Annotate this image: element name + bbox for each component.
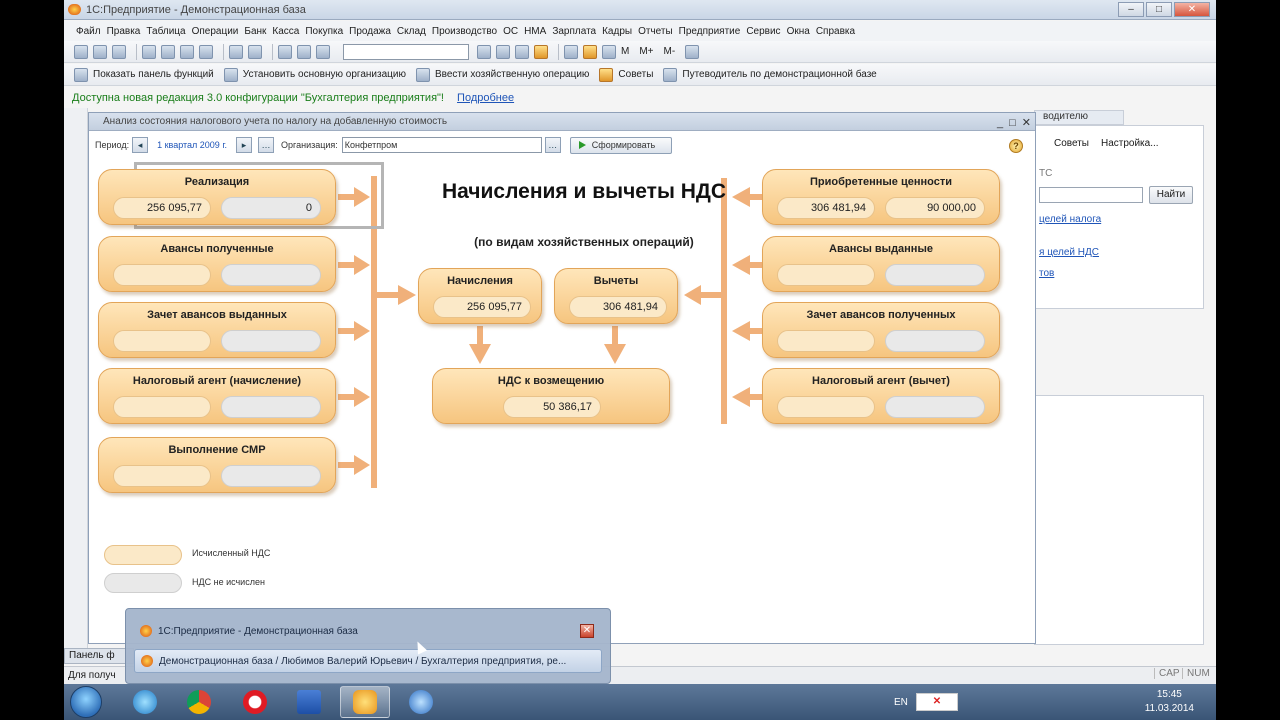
word-icon (297, 690, 321, 714)
deduction-down-arrow (604, 344, 626, 364)
chrome-icon (187, 690, 211, 714)
deductions-value[interactable]: 306 481,94 (569, 296, 667, 318)
functions-panel-tab[interactable]: Панель ф (64, 648, 134, 664)
card-construction-works[interactable]: Выполнение СМР (98, 437, 336, 493)
card-value-calculated[interactable]: 256 095,77 (113, 197, 211, 219)
status-hint: Для получ (68, 670, 116, 681)
legend-label-calculated: Исчисленный НДС (192, 548, 271, 558)
card-value-not-calculated[interactable] (885, 396, 985, 418)
clock-time: 15:45 (1156, 689, 1182, 700)
card-value-not-calculated[interactable] (221, 330, 321, 352)
taskbar-opera[interactable] (230, 686, 280, 718)
1c-icon (141, 655, 153, 667)
card-value-not-calculated[interactable]: 0 (221, 197, 321, 219)
card-offset-advances-received[interactable]: Зачет авансов полученных (762, 302, 1000, 358)
card-acquired-values[interactable]: Приобретенные ценности 306 481,94 90 000… (762, 169, 1000, 225)
card-vat-refund[interactable]: НДС к возмещению 50 386,17 (432, 368, 670, 424)
diagram-subtitle: (по видам хозяйственных операций) (474, 235, 694, 249)
vat-refund-value[interactable]: 50 386,17 (503, 396, 601, 418)
taskbar-preview-popup: 1С:Предприятие - Демонстрационная база ✕… (125, 608, 611, 684)
card-value-calculated[interactable] (777, 396, 875, 418)
card-value-not-calculated[interactable] (221, 465, 321, 487)
1c-icon (140, 625, 152, 637)
clock[interactable]: 15:45 11.03.2014 (1145, 688, 1194, 716)
flower-icon (409, 690, 433, 714)
card-value-not-calculated[interactable] (221, 396, 321, 418)
taskbar-word[interactable] (284, 686, 334, 718)
card-label: Зачет авансов полученных (806, 309, 956, 321)
legend-swatch-not-calculated (104, 573, 182, 593)
card-label: Начисления (447, 275, 513, 287)
language-indicator[interactable]: EN (894, 697, 908, 708)
taskbar-ie[interactable] (120, 686, 170, 718)
taskbar: EN ✕ 15:45 11.03.2014 (64, 684, 1216, 720)
card-label: Налоговый агент (начисление) (132, 375, 302, 387)
card-value-not-calculated[interactable] (885, 264, 985, 286)
clock-date: 11.03.2014 (1144, 703, 1194, 714)
preview-close-button[interactable]: ✕ (580, 624, 594, 638)
legend-label-not-calculated: НДС не исчислен (192, 577, 265, 587)
tray-close-icon[interactable]: ✕ (915, 693, 958, 711)
diagram-title: Начисления и вычеты НДС (441, 180, 727, 203)
card-label: Авансы выданные (829, 243, 933, 255)
accrual-down-arrow (469, 344, 491, 364)
card-advances-issued[interactable]: Авансы выданные (762, 236, 1000, 292)
taskbar-app[interactable] (396, 686, 446, 718)
preview-item-active[interactable]: Демонстрационная база / Любимов Валерий … (134, 649, 602, 673)
card-label: Авансы полученные (160, 243, 274, 255)
card-label: Реализация (184, 176, 250, 188)
card-value-second[interactable]: 90 000,00 (885, 197, 985, 219)
card-advances-received[interactable]: Авансы полученные (98, 236, 336, 292)
preview-item-label: Демонстрационная база / Любимов Валерий … (159, 655, 567, 667)
accruals-value[interactable]: 256 095,77 (433, 296, 531, 318)
caps-indicator: CAP (1154, 668, 1180, 679)
num-indicator: NUM (1182, 668, 1210, 679)
card-value-calculated[interactable] (777, 330, 875, 352)
legend-swatch-calculated (104, 545, 182, 565)
system-tray: EN ✕ (894, 684, 958, 720)
card-accruals[interactable]: Начисления 256 095,77 (418, 268, 542, 324)
card-label: Вычеты (593, 275, 639, 287)
start-button[interactable] (70, 686, 102, 718)
preview-item-label: 1С:Предприятие - Демонстрационная база (158, 625, 358, 637)
deduction-arrow (684, 285, 701, 305)
card-label: НДС к возмещению (497, 375, 605, 387)
card-label: Приобретенные ценности (810, 176, 952, 188)
preview-item-main[interactable]: 1С:Предприятие - Демонстрационная база ✕ (134, 619, 602, 643)
card-deductions[interactable]: Вычеты 306 481,94 (554, 268, 678, 324)
card-value-calculated[interactable] (113, 396, 211, 418)
card-value-calculated[interactable]: 306 481,94 (777, 197, 875, 219)
card-sales[interactable]: Реализация 256 095,77 0 (98, 169, 336, 225)
card-value-calculated[interactable] (113, 465, 211, 487)
card-value-calculated[interactable] (777, 264, 875, 286)
card-label: Зачет авансов выданных (147, 309, 287, 321)
card-label: Налоговый агент (вычет) (812, 375, 950, 387)
card-value-not-calculated[interactable] (885, 330, 985, 352)
card-offset-advances-issued[interactable]: Зачет авансов выданных (98, 302, 336, 358)
taskbar-1c[interactable] (340, 686, 390, 718)
app-screen: 1С:Предприятие - Демонстрационная база –… (64, 0, 1216, 720)
taskbar-chrome[interactable] (174, 686, 224, 718)
1c-icon (353, 690, 377, 714)
card-value-calculated[interactable] (113, 330, 211, 352)
card-label: Выполнение СМР (168, 444, 266, 456)
opera-icon (243, 690, 267, 714)
card-tax-agent-accrual[interactable]: Налоговый агент (начисление) (98, 368, 336, 424)
card-value-calculated[interactable] (113, 264, 211, 286)
card-value-not-calculated[interactable] (221, 264, 321, 286)
card-tax-agent-deduction[interactable]: Налоговый агент (вычет) (762, 368, 1000, 424)
ie-icon (133, 690, 157, 714)
accrual-arrow (398, 285, 416, 305)
right-bus-line (721, 178, 727, 424)
